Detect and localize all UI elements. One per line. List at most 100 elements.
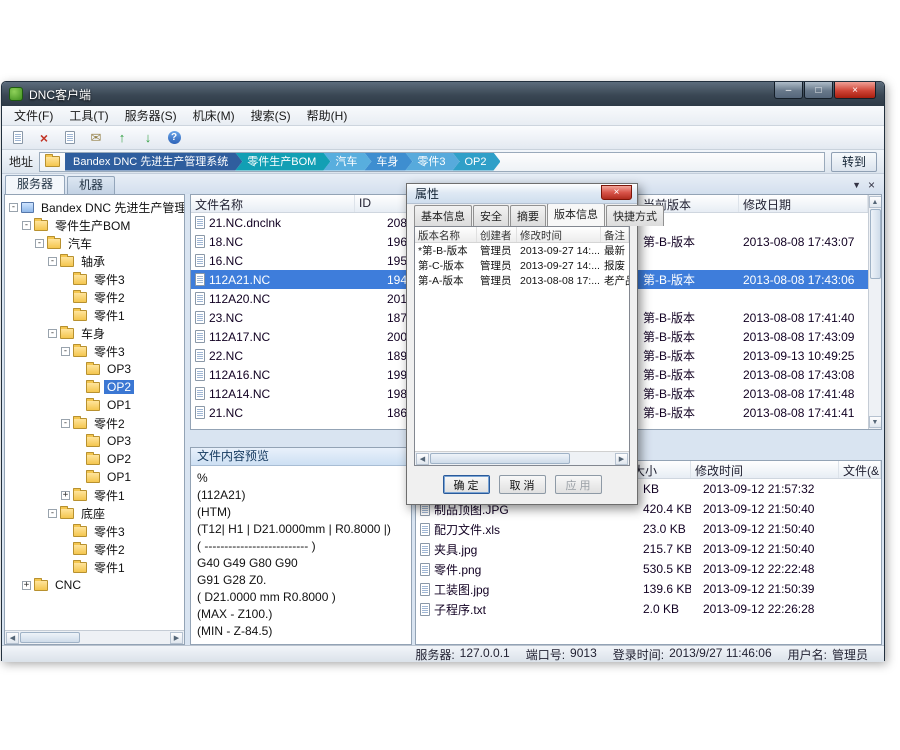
dialog-close-button[interactable]: × <box>601 185 632 200</box>
scroll-up-button[interactable]: ▲ <box>869 196 882 208</box>
tree-item[interactable]: OP3 <box>5 432 184 450</box>
tree-expander[interactable]: - <box>61 347 70 356</box>
tree-expander[interactable]: + <box>22 581 31 590</box>
download-button[interactable]: ↓ <box>137 128 159 148</box>
file-list-scrollbar[interactable]: ▲ ▼ <box>868 195 881 429</box>
menu-item[interactable]: 机床(M) <box>185 105 243 126</box>
tree-item[interactable]: 零件3 <box>5 522 184 540</box>
pin-panel-button[interactable]: ▼ <box>852 181 861 190</box>
tree-expander[interactable]: - <box>9 203 18 212</box>
scroll-left-button[interactable]: ◀ <box>416 453 429 465</box>
menu-item[interactable]: 文件(F) <box>6 105 61 126</box>
tree-item[interactable]: OP3 <box>5 360 184 378</box>
dialog-tab[interactable]: 快捷方式 <box>606 205 664 226</box>
column-header[interactable]: 备注 <box>601 227 629 242</box>
tree-item[interactable]: -汽车 <box>5 234 184 252</box>
dialog-h-scrollbar[interactable]: ◀ ▶ <box>415 451 629 465</box>
version-row[interactable]: *第-B-版本管理员2013-09-27 14:...最新 <box>415 243 629 258</box>
tree-item[interactable]: 零件1 <box>5 558 184 576</box>
tree-expander[interactable]: - <box>61 419 70 428</box>
menu-item[interactable]: 帮助(H) <box>299 105 356 126</box>
version-row[interactable]: 第-A-版本管理员2013-08-08 17:...老产品程序 <box>415 273 629 288</box>
attachment-row[interactable]: 零件.png530.5 KB2013-09-12 22:22:48 <box>416 559 881 579</box>
column-header[interactable]: 大小 <box>629 461 691 478</box>
tree-item[interactable]: +零件1 <box>5 486 184 504</box>
scroll-down-button[interactable]: ▼ <box>869 416 882 428</box>
maximize-button[interactable]: □ <box>804 82 833 99</box>
panel-splitter[interactable] <box>185 194 189 645</box>
tree-expander[interactable]: + <box>61 491 70 500</box>
column-header[interactable]: 修改日期 <box>739 195 868 212</box>
help-button[interactable]: ? <box>163 128 185 148</box>
tree-item[interactable]: OP2 <box>5 450 184 468</box>
tree-item[interactable]: OP2 <box>5 378 184 396</box>
go-button[interactable]: 转到 <box>831 152 877 172</box>
tree-h-scrollbar[interactable]: ◀ ▶ <box>5 630 184 644</box>
tree-item[interactable]: +CNC <box>5 576 184 594</box>
tree-item[interactable]: -轴承 <box>5 252 184 270</box>
version-row[interactable]: 第-C-版本管理员2013-09-27 14:...报废 <box>415 258 629 273</box>
dialog-tab[interactable]: 版本信息 <box>547 203 605 226</box>
dialog-tab[interactable]: 基本信息 <box>414 205 472 226</box>
column-header[interactable]: 文件名称 <box>191 195 355 212</box>
column-header[interactable]: ID <box>355 195 413 212</box>
attachment-row[interactable]: 夹具.jpg215.7 KB2013-09-12 21:50:40 <box>416 539 881 559</box>
tree-expander[interactable]: - <box>48 329 57 338</box>
scroll-left-button[interactable]: ◀ <box>6 632 19 644</box>
panel-tab[interactable]: 机器 <box>67 176 115 194</box>
scrollbar-thumb[interactable] <box>20 632 80 643</box>
tree-item[interactable]: 零件3 <box>5 270 184 288</box>
tree-expander[interactable]: - <box>22 221 31 230</box>
scrollbar-thumb[interactable] <box>870 209 881 279</box>
dialog-button[interactable]: 应 用 <box>555 475 602 494</box>
send-button[interactable]: ✉ <box>85 128 107 148</box>
tree-item[interactable]: -零件3 <box>5 342 184 360</box>
tree-item[interactable]: 零件2 <box>5 540 184 558</box>
tree-item[interactable]: -零件生产BOM <box>5 216 184 234</box>
tree-item[interactable]: -Bandex DNC 先进生产管理系统 <box>5 198 184 216</box>
attachment-row[interactable]: 子程序.txt2.0 KB2013-09-12 22:26:28 <box>416 599 881 619</box>
tree-item[interactable]: -车身 <box>5 324 184 342</box>
scroll-right-button[interactable]: ▶ <box>615 453 628 465</box>
title-bar[interactable]: DNC客户端 – □ × <box>2 82 884 106</box>
breadcrumb-item[interactable]: 零件生产BOM <box>235 153 330 171</box>
menu-item[interactable]: 搜索(S) <box>243 105 299 126</box>
scrollbar-thumb[interactable] <box>430 453 570 464</box>
breadcrumb-item[interactable]: 车身 <box>364 153 412 171</box>
close-panel-button[interactable]: × <box>868 180 875 190</box>
copy-button[interactable] <box>59 128 81 148</box>
column-header[interactable]: 文件(& <box>839 461 881 478</box>
panel-tab[interactable]: 服务器 <box>5 175 65 194</box>
minimize-button[interactable]: – <box>774 82 803 99</box>
tree-item[interactable]: 零件1 <box>5 306 184 324</box>
tree-expander[interactable]: - <box>35 239 44 248</box>
delete-button[interactable]: × <box>33 128 55 148</box>
breadcrumb-item[interactable]: Bandex DNC 先进生产管理系统 <box>65 153 242 171</box>
column-header[interactable]: 版本名称 <box>415 227 477 242</box>
close-button[interactable]: × <box>834 82 876 99</box>
breadcrumb-item[interactable]: 零件3 <box>405 153 459 171</box>
upload-button[interactable]: ↑ <box>111 128 133 148</box>
tree-item[interactable]: OP1 <box>5 468 184 486</box>
tree-item[interactable]: 零件2 <box>5 288 184 306</box>
dialog-button[interactable]: 取 消 <box>499 475 546 494</box>
new-file-button[interactable] <box>7 128 29 148</box>
dialog-button[interactable]: 确 定 <box>443 475 490 494</box>
dialog-tab[interactable]: 摘要 <box>510 205 546 226</box>
breadcrumb-item[interactable]: OP2 <box>452 153 500 171</box>
attachment-row[interactable]: 配刀文件.xls23.0 KB2013-09-12 21:50:40 <box>416 519 881 539</box>
dialog-tab[interactable]: 安全 <box>473 205 509 226</box>
tree-expander[interactable]: - <box>48 509 57 518</box>
column-header[interactable]: 创建者 <box>477 227 517 242</box>
tree-item[interactable]: OP1 <box>5 396 184 414</box>
menu-item[interactable]: 工具(T) <box>61 105 116 126</box>
tree-item[interactable]: -零件2 <box>5 414 184 432</box>
tree-item[interactable]: -底座 <box>5 504 184 522</box>
attachment-row[interactable]: 工装图.jpg139.6 KB2013-09-12 21:50:39 <box>416 579 881 599</box>
breadcrumb-item[interactable]: 汽车 <box>323 153 371 171</box>
column-header[interactable]: 修改时间 <box>691 461 839 478</box>
tree-expander[interactable]: - <box>48 257 57 266</box>
scroll-right-button[interactable]: ▶ <box>170 632 183 644</box>
dialog-title-bar[interactable]: 属性 × <box>407 184 637 204</box>
menu-item[interactable]: 服务器(S) <box>117 105 185 126</box>
